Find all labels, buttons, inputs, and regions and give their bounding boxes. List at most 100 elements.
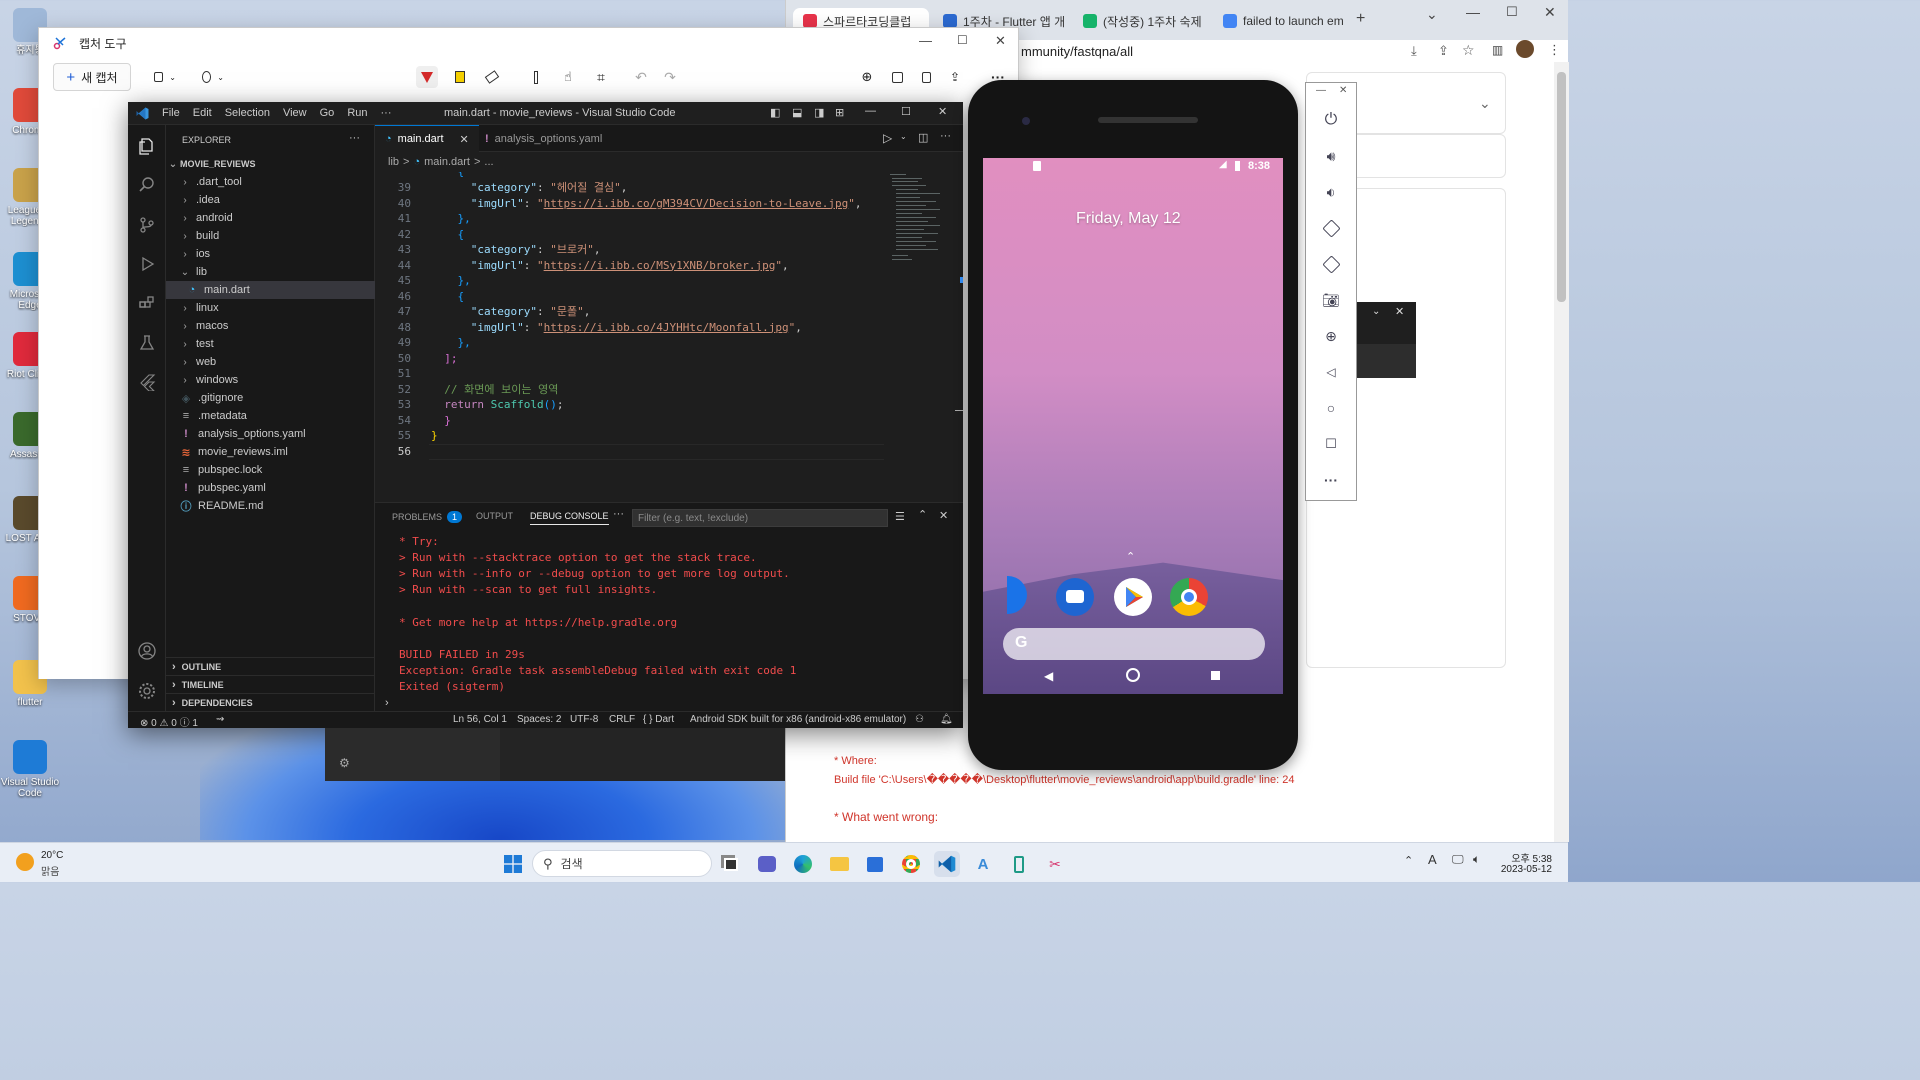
notifications-icon[interactable]: 🔔︎ — [940, 714, 953, 725]
share-icon[interactable]: ⇪ — [944, 66, 966, 88]
install-icon[interactable]: ⤓ — [1411, 43, 1417, 59]
volume-up-icon[interactable]: 🔊︎ — [1319, 144, 1343, 168]
status-device[interactable]: Android SDK built for x86 (android-x86 e… — [690, 714, 906, 725]
zoom-in-icon[interactable]: ⊕ — [856, 66, 878, 88]
explorer-item[interactable]: ⓘ README.md — [166, 497, 375, 515]
tab-output[interactable]: OUTPUT — [476, 511, 513, 521]
testing-icon[interactable] — [136, 332, 158, 354]
menu-item[interactable]: ··· — [381, 107, 392, 119]
rotate-right-icon[interactable] — [1319, 252, 1343, 276]
scrollbar[interactable] — [1554, 62, 1569, 842]
snip-mode-icon[interactable]: ⌄ — [154, 66, 176, 88]
explorer-item[interactable]: › .idea — [166, 191, 375, 209]
browser-tab[interactable]: failed to launch em — [1213, 8, 1349, 34]
explorer-item[interactable]: › web — [166, 353, 375, 371]
overview-icon[interactable]: ☐ — [1319, 432, 1343, 456]
pen-icon[interactable] — [416, 66, 438, 88]
explorer-icon[interactable] — [136, 135, 158, 157]
speaker-icon[interactable]: 🔈︎ — [1473, 852, 1480, 867]
explorer-item[interactable]: › build — [166, 227, 375, 245]
console-filter-input[interactable]: Filter (e.g. text, !exclude) — [632, 509, 888, 527]
crop-icon[interactable]: ⌗ — [590, 66, 612, 88]
explorer-item[interactable]: ≡ pubspec.lock — [166, 461, 375, 479]
url-text[interactable]: mmunity/fastqna/all — [1021, 44, 1133, 59]
phone-screen[interactable]: ◢ 8:38 Friday, May 12 ⌃ G ◀ — [983, 158, 1283, 694]
weather-desc[interactable]: 맑음 — [41, 863, 59, 878]
breadcrumb-item[interactable]: main.dart — [424, 156, 470, 168]
clock-date[interactable]: 2023-05-12 — [1498, 864, 1552, 875]
flutter-icon[interactable] — [136, 371, 158, 393]
clock-time[interactable]: 오후 5:38 — [1502, 850, 1552, 865]
toggle-secondary-icon[interactable]: ◨ — [814, 106, 824, 119]
new-tab-icon[interactable]: + — [1356, 10, 1365, 28]
explorer-item[interactable]: ⌄ lib — [166, 263, 375, 281]
sidepanel-icon[interactable]: ▥ — [1492, 43, 1503, 57]
menu-item[interactable]: Selection — [225, 107, 270, 119]
explorer-item[interactable]: › ios — [166, 245, 375, 263]
maximize-icon[interactable]: ☐ — [957, 33, 968, 47]
menu-item[interactable]: Go — [320, 107, 335, 119]
task-view-icon[interactable] — [718, 851, 744, 877]
zoom-icon[interactable]: ⊕ — [1319, 324, 1343, 348]
screenshot-icon[interactable]: 📷︎ — [1319, 288, 1343, 312]
new-capture-button[interactable]: + 새 캡처 — [53, 63, 131, 91]
start-button[interactable] — [500, 851, 526, 877]
back-icon[interactable]: ◁ — [1319, 360, 1343, 384]
clear-console-icon[interactable]: ☰ — [895, 510, 905, 523]
touch-writing-icon[interactable]: ☝ — [557, 66, 579, 88]
teams-icon[interactable] — [754, 851, 780, 877]
home-icon[interactable]: ○ — [1319, 396, 1343, 420]
vscode-taskbar-icon[interactable] — [934, 851, 960, 877]
close-icon[interactable]: ✕ — [1395, 305, 1404, 318]
run-icon[interactable]: ▷ — [883, 131, 892, 145]
status-encoding[interactable]: UTF-8 — [570, 714, 598, 725]
explorer-item[interactable]: › test — [166, 335, 375, 353]
edge-icon[interactable] — [790, 851, 816, 877]
minimize-icon[interactable]: — — [865, 105, 876, 117]
browser-tab[interactable]: (작성중) 1주차 숙제 — [1073, 8, 1209, 34]
explorer-item[interactable]: ◔ main.dart — [166, 281, 375, 299]
chevron-down-icon[interactable]: ⌄ — [1479, 95, 1491, 112]
ruler-icon[interactable] — [525, 66, 547, 88]
source-control-icon[interactable] — [136, 214, 158, 236]
chevron-up-icon[interactable]: ⌃ — [1404, 854, 1413, 867]
minimize-icon[interactable]: — — [1316, 85, 1326, 96]
console-prompt-icon[interactable]: › — [385, 697, 389, 709]
home-nav-icon[interactable] — [1126, 668, 1140, 682]
weather-temp[interactable]: 20°C — [41, 850, 63, 861]
toggle-sidebar-icon[interactable]: ◧ — [770, 106, 780, 119]
copy-icon[interactable] — [915, 66, 937, 88]
chrome-app-icon[interactable] — [1170, 578, 1208, 616]
play-store-icon[interactable] — [1114, 578, 1152, 616]
search-icon[interactable] — [136, 174, 158, 196]
eraser-icon[interactable] — [481, 66, 503, 88]
explorer-item[interactable]: › windows — [166, 371, 375, 389]
tab-problems[interactable]: PROBLEMS 1 — [392, 511, 463, 523]
more-icon[interactable]: ··· — [940, 130, 951, 142]
menu-item[interactable]: Run — [347, 107, 367, 119]
volume-down-icon[interactable]: 🔉︎ — [1319, 180, 1343, 204]
star-icon[interactable]: ☆ — [1462, 42, 1475, 59]
breadcrumb-item[interactable]: ... — [484, 156, 493, 168]
maximize-icon[interactable]: ☐ — [1506, 4, 1518, 20]
emulator-icon[interactable] — [1006, 851, 1032, 877]
close-icon[interactable]: ✕ — [1339, 85, 1347, 96]
live-share-icon[interactable]: ⇝ — [216, 714, 224, 725]
android-studio-icon[interactable]: A — [970, 851, 996, 877]
sidebar-section[interactable]: › OUTLINE — [166, 657, 375, 675]
explorer-item[interactable]: › macos — [166, 317, 375, 335]
menu-item[interactable]: File — [162, 107, 180, 119]
feedback-icon[interactable]: ⚇ — [915, 714, 924, 725]
tab-analysis-options[interactable]: ! analysis_options.yaml — [475, 125, 612, 152]
split-editor-icon[interactable]: ◫ — [918, 131, 928, 144]
minimize-icon[interactable]: — — [919, 33, 932, 48]
weather-sun-icon[interactable] — [16, 853, 34, 871]
status-spaces[interactable]: Spaces: 2 — [517, 714, 561, 725]
timer-icon[interactable]: ⌄ — [202, 66, 224, 88]
close-icon[interactable]: ✕ — [995, 33, 1006, 49]
status-eol[interactable]: CRLF — [609, 714, 635, 725]
explorer-item[interactable]: › android — [166, 209, 375, 227]
tab-debug-console[interactable]: DEBUG CONSOLE — [530, 511, 609, 525]
gear-icon[interactable]: ⚙ — [339, 756, 350, 770]
highlighter-icon[interactable] — [449, 66, 471, 88]
